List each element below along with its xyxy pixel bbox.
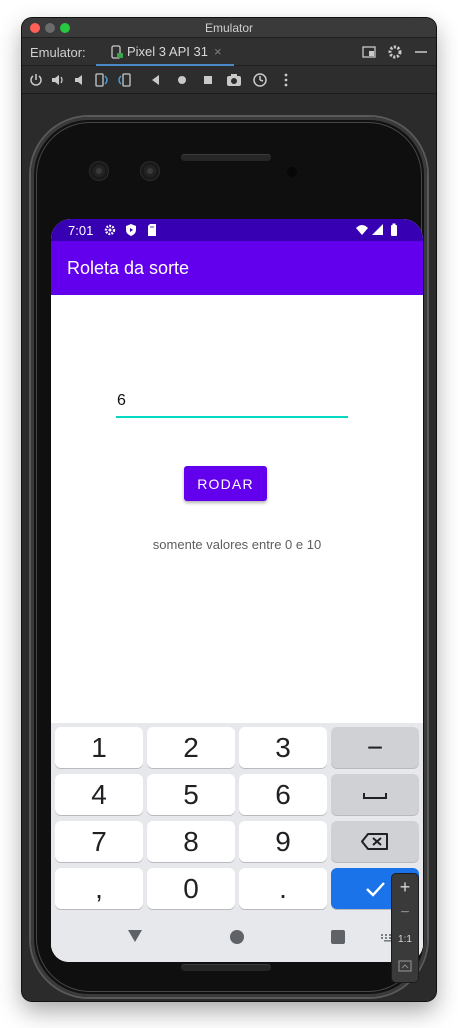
key-comma[interactable]: , <box>55 868 143 909</box>
tab-label: Pixel 3 API 31 <box>127 44 208 59</box>
zoom-in-button[interactable]: + <box>392 877 418 898</box>
overview-icon[interactable] <box>199 71 217 89</box>
rotate-left-icon[interactable] <box>93 71 111 89</box>
back-icon[interactable] <box>147 71 165 89</box>
number-input[interactable] <box>116 390 348 418</box>
key-9[interactable]: 9 <box>239 821 327 862</box>
signal-icon <box>372 224 383 235</box>
front-camera-left <box>90 162 108 180</box>
nav-home-icon[interactable] <box>230 930 244 944</box>
volume-down-icon[interactable] <box>71 71 89 89</box>
nav-back-icon[interactable] <box>127 929 143 943</box>
play-protect-icon <box>126 224 136 236</box>
tab-bar: Emulator: Pixel 3 API 31 × <box>22 38 436 66</box>
range-hint: somente valores entre 0 e 10 <box>152 537 322 552</box>
key-4[interactable]: 4 <box>55 774 143 815</box>
zoom-1-1-button[interactable]: 1:1 <box>392 934 418 945</box>
earpiece-speaker <box>181 154 271 161</box>
device-screen: 7:01 Roleta da sorte 6 RODAR somente val… <box>51 219 423 962</box>
backspace-icon <box>361 833 388 850</box>
settings-icon <box>104 224 116 236</box>
emulator-toolbar <box>22 66 436 94</box>
key-backspace[interactable] <box>331 821 419 862</box>
key-3[interactable]: 3 <box>239 727 327 768</box>
tab-close-icon[interactable]: × <box>214 44 222 59</box>
fit-screen-icon[interactable] <box>398 960 412 972</box>
wifi-icon <box>356 225 368 235</box>
tab-pixel3[interactable]: Pixel 3 API 31 × <box>96 38 234 66</box>
space-icon <box>363 793 387 799</box>
battery-icon <box>391 223 397 236</box>
app-content: RODAR somente valores entre 0 e 10 <box>51 295 423 723</box>
power-icon[interactable] <box>27 71 45 89</box>
hide-panel-icon[interactable] <box>412 43 430 61</box>
key-period[interactable]: . <box>239 868 327 909</box>
window-title: Emulator <box>204 21 254 35</box>
app-title: Roleta da sorte <box>67 258 190 278</box>
sd-card-icon <box>148 224 156 236</box>
more-icon[interactable] <box>277 71 295 89</box>
key-space[interactable] <box>331 774 419 815</box>
key-0[interactable]: 0 <box>147 868 235 909</box>
home-icon[interactable] <box>173 71 191 89</box>
title-bar: Emulator <box>22 18 436 38</box>
status-bar: 7:01 <box>51 219 423 241</box>
key-2[interactable]: 2 <box>147 727 235 768</box>
key-5[interactable]: 5 <box>147 774 235 815</box>
system-nav-bar <box>51 913 423 962</box>
rotate-right-icon[interactable] <box>115 71 133 89</box>
window-mode-icon[interactable] <box>360 43 378 61</box>
phone-frame: 7:01 Roleta da sorte 6 RODAR somente val… <box>31 117 427 997</box>
emulator-window: Emulator Emulator: Pixel 3 API 31 × 7:01… <box>22 18 436 1001</box>
key-8[interactable]: 8 <box>147 821 235 862</box>
snapshot-icon[interactable] <box>251 71 269 89</box>
volume-up-icon[interactable] <box>49 71 67 89</box>
key-6[interactable]: 6 <box>239 774 327 815</box>
screenshot-icon[interactable] <box>225 71 243 89</box>
app-bar: Roleta da sorte <box>51 241 423 295</box>
zoom-panel: + − 1:1 <box>392 874 418 982</box>
status-time: 7:01 <box>68 223 94 238</box>
gear-icon[interactable] <box>386 43 404 61</box>
device-stage: 7:01 Roleta da sorte 6 RODAR somente val… <box>22 95 436 1001</box>
front-camera-right <box>141 162 159 180</box>
bottom-speaker <box>181 964 271 971</box>
key-7[interactable]: 7 <box>55 821 143 862</box>
device-icon <box>111 45 123 59</box>
numeric-keyboard: 1 2 3 − 4 5 6 7 8 9 , 0 . <box>51 723 423 962</box>
rodar-button[interactable]: RODAR <box>184 466 267 501</box>
tab-bar-label: Emulator: <box>30 45 86 60</box>
key-minus[interactable]: − <box>331 727 419 768</box>
zoom-out-button[interactable]: − <box>392 904 418 922</box>
nav-overview-icon[interactable] <box>331 930 345 944</box>
proximity-sensor <box>287 167 297 177</box>
key-1[interactable]: 1 <box>55 727 143 768</box>
